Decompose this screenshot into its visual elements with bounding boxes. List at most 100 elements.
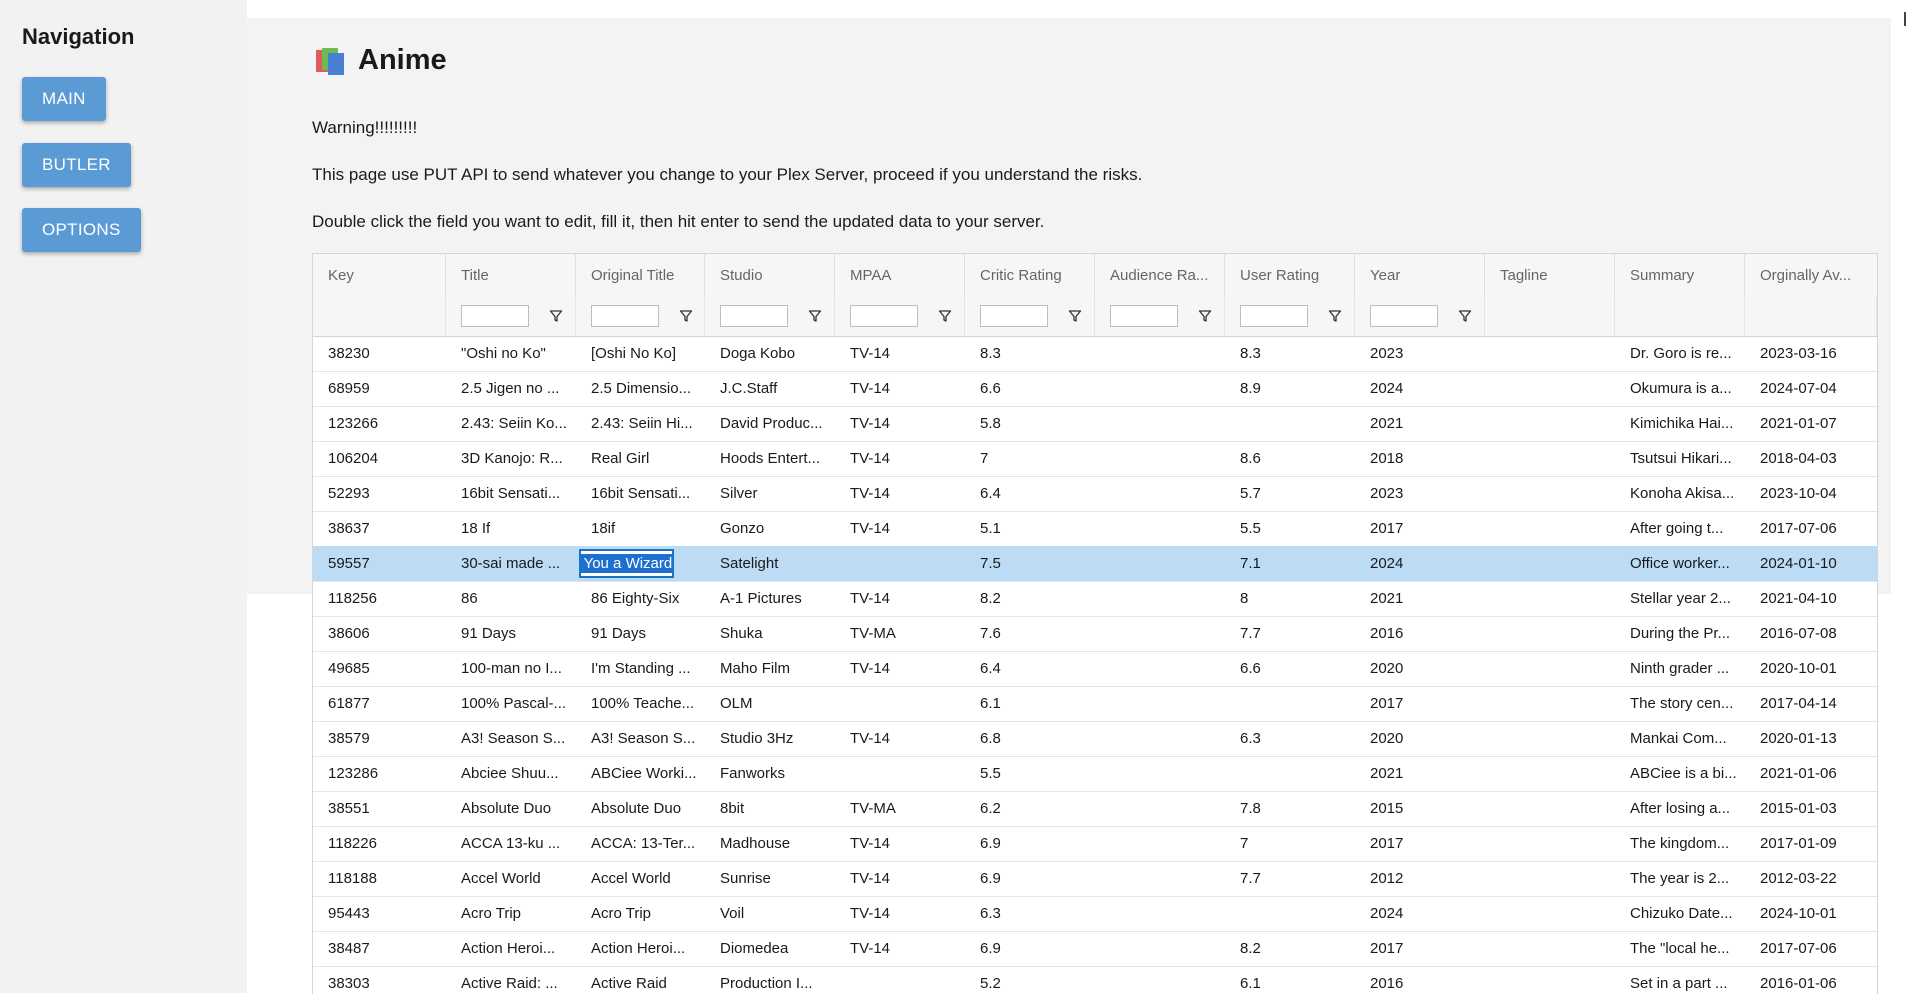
table-row[interactable]: 38579 A3! Season S... A3! Season S... Studi… [313, 721, 1877, 757]
cell-year[interactable]: 2016 [1355, 966, 1485, 994]
table-row[interactable]: 49685 100-man no I... I'm Standing ... Maho… [313, 651, 1877, 687]
table-row[interactable]: 106204 3D Kanojo: R... Real Girl Hoods Ente… [313, 441, 1877, 477]
column-header-year[interactable]: Year [1355, 254, 1485, 296]
table-row[interactable]: 68959 2.5 Jigen no ... 2.5 Dimensio... J.C.… [313, 371, 1877, 407]
cell-title[interactable]: Active Raid: ... [446, 966, 576, 994]
cell-original-title[interactable]: 91 Days [576, 616, 705, 651]
cell-title[interactable]: Accel World [446, 861, 576, 896]
cell-mpaa[interactable]: TV-14 [835, 826, 965, 861]
cell-title[interactable]: 100-man no I... [446, 651, 576, 686]
cell-key[interactable]: 123286 [313, 756, 446, 791]
cell-critic-rating[interactable]: 5.5 [965, 756, 1095, 791]
cell-audience-rating[interactable] [1095, 966, 1225, 994]
cell-studio[interactable]: Silver [705, 476, 835, 511]
cell-user-rating[interactable] [1225, 686, 1355, 721]
cell-audience-rating[interactable] [1095, 511, 1225, 546]
cell-year[interactable]: 2024 [1355, 896, 1485, 931]
cell-originally-available[interactable]: 2018-04-03 [1745, 441, 1877, 476]
scrollbar[interactable] [1904, 12, 1906, 26]
filter-input-title[interactable] [461, 305, 529, 327]
cell-original-title[interactable]: Real Girl [576, 441, 705, 476]
cell-mpaa[interactable]: TV-14 [835, 896, 965, 931]
cell-mpaa[interactable]: TV-14 [835, 581, 965, 616]
cell-originally-available[interactable]: 2016-01-06 [1745, 966, 1877, 994]
table-row[interactable]: 38637 18 If 18if Gonzo TV-14 5.1 5.5 2017 After … [313, 511, 1877, 547]
table-row[interactable]: 123266 2.43: Seiin Ko... 2.43: Seiin Hi...… [313, 406, 1877, 442]
cell-title[interactable]: "Oshi no Ko" [446, 336, 576, 371]
cell-originally-available[interactable]: 2024-10-01 [1745, 896, 1877, 931]
cell-tagline[interactable] [1485, 686, 1615, 721]
cell-title[interactable]: 3D Kanojo: R... [446, 441, 576, 476]
cell-tagline[interactable] [1485, 756, 1615, 791]
column-header-mpaa[interactable]: MPAA [835, 254, 965, 296]
cell-tagline[interactable] [1485, 511, 1615, 546]
cell-studio[interactable]: Madhouse [705, 826, 835, 861]
table-row[interactable]: 118188 Accel World Accel World Sunrise TV-14… [313, 861, 1877, 897]
cell-user-rating[interactable]: 5.5 [1225, 511, 1355, 546]
cell-user-rating[interactable]: 7 [1225, 826, 1355, 861]
table-row[interactable]: 52293 16bit Sensati... 16bit Sensati... Sil… [313, 476, 1877, 512]
cell-originally-available[interactable]: 2023-03-16 [1745, 336, 1877, 371]
cell-audience-rating[interactable] [1095, 441, 1225, 476]
cell-user-rating[interactable]: 5.7 [1225, 476, 1355, 511]
filter-icon[interactable] [808, 309, 822, 323]
cell-key[interactable]: 38303 [313, 966, 446, 994]
cell-tagline[interactable] [1485, 616, 1615, 651]
cell-mpaa[interactable]: TV-14 [835, 511, 965, 546]
cell-audience-rating[interactable] [1095, 686, 1225, 721]
cell-original-title[interactable]: 18if [576, 511, 705, 546]
cell-title[interactable]: Acro Trip [446, 896, 576, 931]
cell-key[interactable]: 106204 [313, 441, 446, 476]
cell-studio[interactable]: Shuka [705, 616, 835, 651]
cell-tagline[interactable] [1485, 651, 1615, 686]
cell-tagline[interactable] [1485, 406, 1615, 441]
cell-audience-rating[interactable] [1095, 931, 1225, 966]
cell-originally-available[interactable]: 2016-07-08 [1745, 616, 1877, 651]
cell-critic-rating[interactable]: 8.3 [965, 336, 1095, 371]
cell-summary[interactable]: After losing a... [1615, 791, 1745, 826]
filter-icon[interactable] [1198, 309, 1212, 323]
cell-original-title[interactable]: ABCiee Worki... [576, 756, 705, 791]
options-button[interactable]: OPTIONS [22, 208, 141, 252]
cell-studio[interactable]: David Produc... [705, 406, 835, 441]
cell-original-title[interactable]: Action Heroi... [576, 931, 705, 966]
cell-year[interactable]: 2021 [1355, 581, 1485, 616]
cell-tagline[interactable] [1485, 931, 1615, 966]
cell-original-title[interactable]: Accel World [576, 861, 705, 896]
column-header-studio[interactable]: Studio [705, 254, 835, 296]
cell-audience-rating[interactable] [1095, 721, 1225, 756]
cell-summary[interactable]: Office worker... [1615, 546, 1745, 581]
cell-critic-rating[interactable]: 6.6 [965, 371, 1095, 406]
cell-user-rating[interactable]: 7.7 [1225, 861, 1355, 896]
cell-title[interactable]: 30-sai made ... [446, 546, 576, 581]
cell-original-title[interactable]: Acro Trip [576, 896, 705, 931]
cell-originally-available[interactable]: 2017-01-09 [1745, 826, 1877, 861]
cell-original-title[interactable]: 2.43: Seiin Hi... [576, 406, 705, 441]
filter-icon[interactable] [1328, 309, 1342, 323]
cell-critic-rating[interactable]: 6.2 [965, 791, 1095, 826]
cell-year[interactable]: 2012 [1355, 861, 1485, 896]
cell-title[interactable]: 18 If [446, 511, 576, 546]
cell-originally-available[interactable]: 2021-01-06 [1745, 756, 1877, 791]
cell-mpaa[interactable]: TV-14 [835, 931, 965, 966]
filter-input-critic-rating[interactable] [980, 305, 1048, 327]
main-button[interactable]: MAIN [22, 77, 106, 121]
filter-input-year[interactable] [1370, 305, 1438, 327]
cell-tagline[interactable] [1485, 721, 1615, 756]
cell-mpaa[interactable] [835, 686, 965, 721]
cell-audience-rating[interactable] [1095, 546, 1225, 581]
cell-title[interactable]: Abciee Shuu... [446, 756, 576, 791]
cell-audience-rating[interactable] [1095, 756, 1225, 791]
cell-key[interactable]: 118256 [313, 581, 446, 616]
cell-studio[interactable]: Gonzo [705, 511, 835, 546]
cell-studio[interactable]: Diomedea [705, 931, 835, 966]
cell-year[interactable]: 2016 [1355, 616, 1485, 651]
filter-input-studio[interactable] [720, 305, 788, 327]
cell-title[interactable]: ACCA 13-ku ... [446, 826, 576, 861]
cell-mpaa[interactable] [835, 546, 965, 581]
cell-key[interactable]: 38606 [313, 616, 446, 651]
cell-user-rating[interactable]: 7.7 [1225, 616, 1355, 651]
cell-year[interactable]: 2017 [1355, 931, 1485, 966]
cell-year[interactable]: 2023 [1355, 336, 1485, 371]
cell-tagline[interactable] [1485, 441, 1615, 476]
